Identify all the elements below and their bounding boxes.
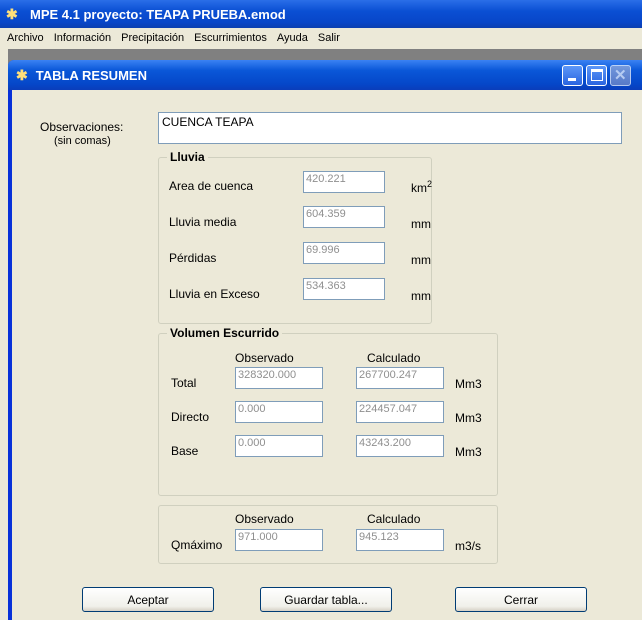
menu-precipitacion[interactable]: Precipitación — [116, 29, 189, 48]
total-label: Total — [171, 376, 197, 390]
lluvia-media-label: Lluvia media — [169, 215, 237, 229]
lluvia-exceso-field[interactable]: 534.363 — [303, 278, 385, 300]
app-title-bar[interactable]: ✱ MPE 4.1 proyecto: TEAPA PRUEBA.emod — [0, 0, 642, 28]
area-cuenca-unit: km2 — [411, 179, 433, 195]
minimize-button[interactable] — [562, 65, 583, 86]
menu-ayuda[interactable]: Ayuda — [272, 29, 313, 48]
mdi-border — [0, 49, 8, 620]
qmax-group: Observado Calculado Qmáximo 971.000 945.… — [158, 505, 498, 564]
base-calculado-field[interactable]: 43243.200 — [356, 435, 444, 457]
directo-calculado-field[interactable]: 224457.047 — [356, 401, 444, 423]
lluvia-media-field[interactable]: 604.359 — [303, 206, 385, 228]
minimize-icon — [568, 78, 576, 81]
lluvia-exceso-label: Lluvia en Exceso — [169, 287, 260, 301]
window-icon: ✱ — [16, 66, 28, 83]
observaciones-label: Observaciones: — [40, 120, 124, 134]
qmax-calculado-field[interactable]: 945.123 — [356, 529, 444, 551]
perdidas-label: Pérdidas — [169, 251, 217, 265]
total-calculado-field[interactable]: 267700.247 — [356, 367, 444, 389]
guardar-tabla-button[interactable]: Guardar tabla... — [260, 587, 392, 612]
qmax-calculado-header: Calculado — [367, 512, 421, 526]
close-window-button[interactable]: ✕ — [610, 65, 631, 86]
directo-observado-field[interactable]: 0.000 — [235, 401, 323, 423]
base-label: Base — [171, 444, 199, 458]
tabla-resumen-window: ✱ TABLA RESUMEN ✕ Observaciones: (sin co… — [8, 60, 642, 620]
maximize-icon — [591, 69, 603, 81]
volumen-group: Volumen Escurrido Observado Calculado To… — [158, 326, 498, 496]
close-icon: ✕ — [614, 67, 627, 84]
base-unit: Mm3 — [455, 445, 482, 459]
dialog-title-bar[interactable]: ✱ TABLA RESUMEN ✕ — [8, 60, 642, 90]
qmax-observado-field[interactable]: 971.000 — [235, 529, 323, 551]
menu-bar: Archivo Información Precipitación Escurr… — [0, 28, 642, 49]
observaciones-input[interactable]: CUENCA TEAPA — [158, 112, 622, 144]
total-unit: Mm3 — [455, 377, 482, 391]
volumen-group-title: Volumen Escurrido — [167, 326, 283, 340]
dialog-title: TABLA RESUMEN — [35, 67, 147, 83]
lluvia-exceso-unit: mm — [411, 289, 431, 303]
menu-salir[interactable]: Salir — [313, 29, 345, 48]
menu-informacion[interactable]: Información — [49, 29, 116, 48]
observaciones-sublabel: (sin comas) — [54, 135, 111, 147]
app-icon: ✱ — [6, 6, 18, 22]
app-title: MPE 4.1 proyecto: TEAPA PRUEBA.emod — [30, 6, 286, 22]
dialog-body: Observaciones: (sin comas) CUENCA TEAPA … — [12, 90, 642, 620]
perdidas-unit: mm — [411, 253, 431, 267]
area-cuenca-label: Area de cuenca — [169, 179, 254, 193]
qmax-label: Qmáximo — [171, 538, 223, 552]
volumen-calculado-header: Calculado — [367, 351, 421, 365]
aceptar-button[interactable]: Aceptar — [82, 587, 214, 612]
lluvia-group-title: Lluvia — [167, 150, 208, 164]
qmax-unit: m3/s — [455, 539, 482, 553]
directo-unit: Mm3 — [455, 411, 482, 425]
cerrar-button[interactable]: Cerrar — [455, 587, 587, 612]
lluvia-group: Lluvia Area de cuenca 420.221 km2 Lluvia… — [158, 150, 433, 324]
volumen-observado-header: Observado — [235, 351, 294, 365]
maximize-button[interactable] — [586, 65, 607, 86]
perdidas-field[interactable]: 69.996 — [303, 242, 385, 264]
menu-archivo[interactable]: Archivo — [2, 29, 49, 48]
area-cuenca-field[interactable]: 420.221 — [303, 171, 385, 193]
qmax-observado-header: Observado — [235, 512, 294, 526]
base-observado-field[interactable]: 0.000 — [235, 435, 323, 457]
total-observado-field[interactable]: 328320.000 — [235, 367, 323, 389]
menu-escurrimientos[interactable]: Escurrimientos — [189, 29, 272, 48]
directo-label: Directo — [171, 410, 210, 424]
lluvia-media-unit: mm — [411, 217, 431, 231]
